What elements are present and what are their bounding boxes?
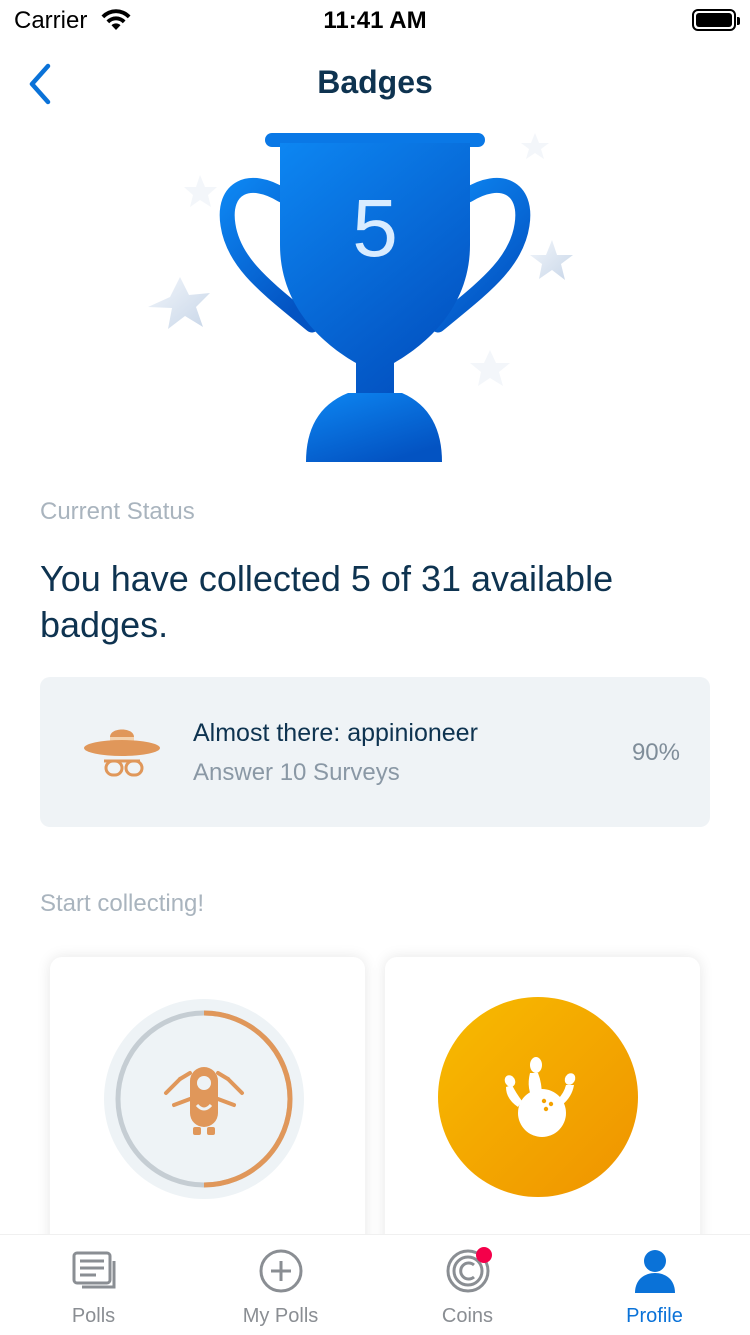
bowling-badge (438, 997, 638, 1197)
start-collecting-label: Start collecting! (40, 890, 205, 917)
status-bar: Carrier 11:41 AM (0, 0, 750, 40)
battery-icon (692, 9, 740, 31)
tab-polls-label: Polls (71, 1305, 116, 1327)
notification-dot (476, 1247, 492, 1263)
tab-my-polls[interactable]: My Polls (187, 1235, 374, 1335)
tab-profile[interactable]: Profile (561, 1235, 748, 1335)
badge-count: 5 (352, 183, 398, 274)
almost-there-title: Almost there: appinioneer (193, 719, 478, 747)
collection-headline: You have collected 5 of 31 available bad… (40, 558, 614, 645)
star-icon (521, 133, 549, 159)
ranger-hat-glasses-icon (84, 729, 160, 777)
tab-polls[interactable]: Polls (0, 1235, 187, 1335)
badge-progress-ring (104, 999, 304, 1199)
current-status-label: Current Status (40, 498, 195, 525)
polls-icon (72, 1251, 116, 1289)
tab-bar: Polls My Polls Coins Profile (0, 1234, 750, 1335)
tab-my-polls-label: My Polls (242, 1305, 319, 1327)
almost-there-subtitle: Answer 10 Surveys (193, 759, 400, 786)
almost-there-card[interactable]: Almost there: appinioneer Answer 10 Surv… (40, 677, 710, 827)
clock: 11:41 AM (323, 7, 427, 34)
almost-there-progress: 90% (631, 739, 680, 766)
trophy-icon (148, 133, 573, 462)
tab-profile-label: Profile (626, 1305, 683, 1327)
add-circle-icon (259, 1249, 303, 1293)
page-title: Badges (317, 64, 433, 100)
tab-coins[interactable]: Coins (374, 1235, 561, 1335)
star-icon (148, 277, 210, 329)
tab-coins-label: Coins (441, 1305, 494, 1327)
coin-icon (446, 1247, 492, 1293)
star-icon (470, 350, 510, 386)
profile-icon (635, 1250, 675, 1293)
